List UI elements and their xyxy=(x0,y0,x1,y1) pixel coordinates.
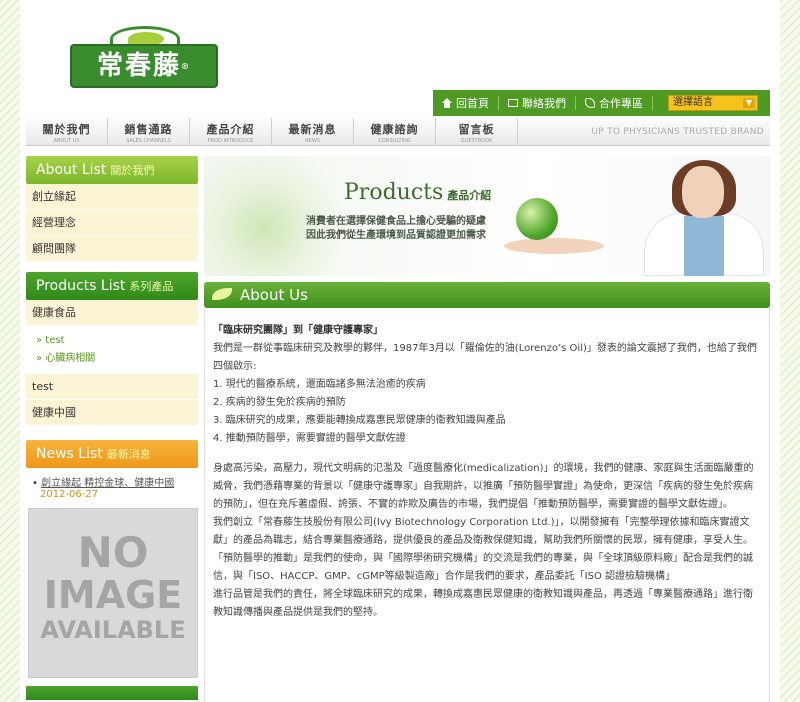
handshake-icon xyxy=(585,98,595,108)
banner-line-2: 因此我們從生產環境到品質認證更加需求 xyxy=(306,230,486,241)
products-list-header: Products List 系列產品 xyxy=(26,272,198,300)
content-intro: 我們是一群從事臨床研究及教學的夥伴，1987年3月以「羅倫佐的油(Lorenzo… xyxy=(213,343,757,372)
no-image-placeholder: NO IMAGE AVAILABLE xyxy=(28,508,198,678)
content-point: 1. 現代的醫療系統，還面臨諸多無法治癒的疾病 xyxy=(213,379,426,390)
language-select[interactable]: 選擇語言 ▼ xyxy=(668,95,758,111)
nav-guestbook[interactable]: 留言板 GUESTBOOK xyxy=(436,118,518,145)
products-banner: Products 產品介紹 消費者在選擇保健食品上擔心受騙的疑慮 因此我們從生產環… xyxy=(204,156,770,276)
sidebar-subitems: » test » 心臟病相關 xyxy=(26,326,198,374)
content-paragraph: 進行品管是我們的責任，將全球臨床研究的成果，轉換成嘉惠民眾健康的衛教知識與產品，… xyxy=(213,589,753,618)
banner-title: Products 產品介紹 xyxy=(344,180,492,205)
banner-line-1: 消費者在選擇保健食品上擔心受騙的疑慮 xyxy=(306,216,486,227)
sidebar-item-philosophy[interactable]: 經營理念 xyxy=(26,210,198,236)
contact-link[interactable]: 聯絡我們 xyxy=(499,96,576,110)
sidebar-subitem-heart[interactable]: » 心臟病相關 xyxy=(36,350,198,368)
section-title: About Us xyxy=(204,282,770,308)
sidebar-footer-bar xyxy=(26,686,198,700)
nav-about[interactable]: 關於我們 ABOUT US xyxy=(26,118,108,145)
content-heading: 「臨床研究團隊」到「健康守護專家」 xyxy=(213,325,383,336)
hand-illustration xyxy=(504,238,604,254)
content-point: 3. 臨床研究的成果，應要能轉換成嘉惠民眾健康的衛教知識與產品 xyxy=(213,415,506,426)
content-paragraph: 身處高污染，高壓力，現代文明病的氾濫及「過度醫療化(medicalization… xyxy=(213,463,754,510)
home-icon xyxy=(442,98,452,108)
content-point: 2. 疾病的發生免於疾病的預防 xyxy=(213,397,346,408)
sidebar-subitem-test[interactable]: » test xyxy=(36,332,198,350)
sidebar-item-test[interactable]: test xyxy=(26,374,198,400)
news-item-title[interactable]: 創立緣起 精控金球、健康中國 xyxy=(41,478,174,489)
nav-news[interactable]: 最新消息 NEWS xyxy=(272,118,354,145)
logo-text: 常春藤® xyxy=(70,44,218,88)
mail-icon xyxy=(508,99,518,107)
page: 常春藤® 回首頁 聯絡我們 合作專區 選擇語言 ▼ 關於我們 ABOUT US 銷售… xyxy=(20,0,780,702)
news-item: • 創立緣起 精控金球、健康中國 2012-06-27 xyxy=(26,468,198,500)
content-paragraph: 「預防醫學的推動」是我們的使命，與「國際學術研究機構」的交流是我們的專業，與「全… xyxy=(213,553,753,582)
partner-link[interactable]: 合作專區 xyxy=(576,96,653,110)
sidebar-item-founding[interactable]: 創立緣起 xyxy=(26,184,198,210)
sidebar-item-health-food[interactable]: 健康食品 xyxy=(26,300,198,326)
nav-consulting[interactable]: 健康諮詢 CONSULTING xyxy=(354,118,436,145)
chevron-down-icon: ▼ xyxy=(743,98,755,108)
sidebar-item-advisors[interactable]: 顧問團隊 xyxy=(26,236,198,262)
globe-icon xyxy=(516,198,558,240)
content-paragraph: 我們創立「常春藤生技股份有限公司(Ivy Biotechnology Corpo… xyxy=(213,517,753,546)
about-content: 「臨床研究團隊」到「健康守護專家」 我們是一群從事臨床研究及教學的夥伴，1987… xyxy=(204,308,770,702)
sidebar: About List 關於我們 創立緣起 經營理念 顧問團隊 Products L… xyxy=(26,156,198,700)
content-point: 4. 推動預防醫學，需要實證的醫學文獻佐證 xyxy=(213,433,406,444)
doctor-illustration xyxy=(622,156,770,276)
header: 常春藤® 回首頁 聯絡我們 合作專區 選擇語言 ▼ xyxy=(20,0,780,118)
main-nav: 關於我們 ABOUT US 銷售通路 SALES CHANNELS 產品介紹 PROD… xyxy=(26,118,770,146)
sidebar-item-health-china[interactable]: 健康中國 xyxy=(26,400,198,426)
logo[interactable]: 常春藤® xyxy=(70,26,220,88)
main-content: Products 產品介紹 消費者在選擇保健食品上擔心受騙的疑慮 因此我們從生產環… xyxy=(204,156,770,702)
nav-slogan: UP TO PHYSICIANS TRUSTED BRAND xyxy=(591,127,764,137)
news-item-date: 2012-06-27 xyxy=(40,489,99,500)
news-list-header: News List 最新消息 xyxy=(26,440,198,468)
home-link[interactable]: 回首頁 xyxy=(433,96,499,110)
about-list-header: About List 關於我們 xyxy=(26,156,198,184)
nav-sales-channels[interactable]: 銷售通路 SALES CHANNELS xyxy=(108,118,190,145)
leaf-icon xyxy=(212,288,232,300)
top-utility-bar: 回首頁 聯絡我們 合作專區 選擇語言 ▼ xyxy=(433,90,770,116)
nav-products[interactable]: 產品介紹 PROD INTRODUCE xyxy=(190,118,272,145)
